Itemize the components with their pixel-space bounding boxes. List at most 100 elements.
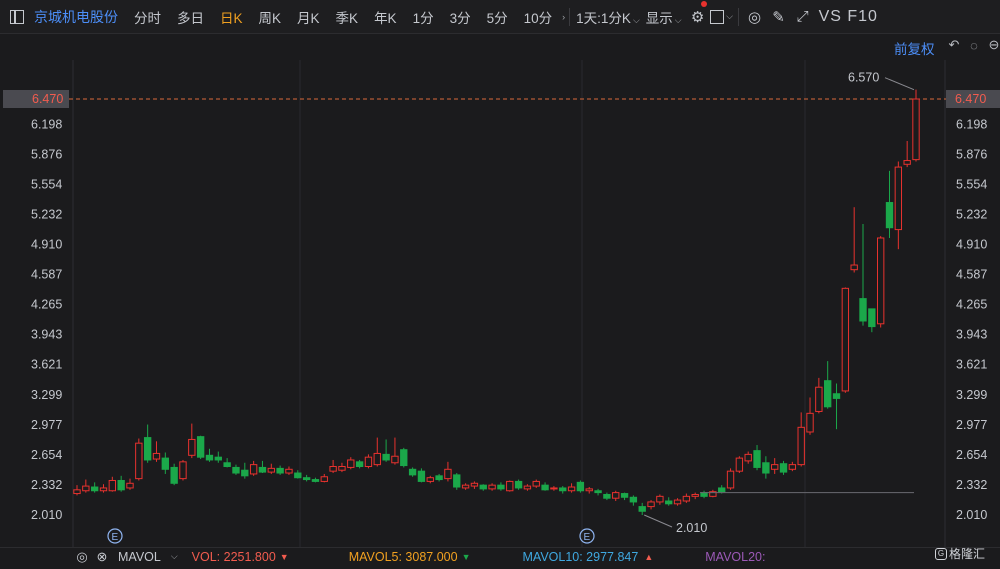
low-price-label: 2.010 bbox=[676, 521, 707, 535]
mavol5-value: MAVOL5: 3087.000 bbox=[348, 549, 458, 564]
y-tick-right: 4.910 bbox=[956, 238, 987, 252]
candle-body bbox=[585, 488, 593, 492]
y-tick-left: 5.876 bbox=[31, 147, 62, 161]
candle-body bbox=[214, 456, 222, 461]
candle-body bbox=[338, 465, 346, 471]
candle-body bbox=[841, 287, 850, 392]
y-tick-right: 2.654 bbox=[956, 448, 987, 462]
tab-period-10min[interactable]: 10分 bbox=[516, 7, 561, 27]
candle-body bbox=[152, 452, 161, 460]
tab-period-year-k[interactable]: 年K bbox=[366, 7, 405, 27]
tab-period-month-k[interactable]: 月K bbox=[289, 7, 328, 27]
sidebar-toggle-icon[interactable] bbox=[10, 9, 24, 24]
candle-body bbox=[506, 480, 514, 492]
candle-body bbox=[453, 474, 461, 488]
candle-body bbox=[179, 461, 187, 480]
candle-body bbox=[249, 464, 258, 475]
candle-body bbox=[196, 436, 205, 458]
notification-dot bbox=[701, 1, 707, 7]
candle-body bbox=[514, 480, 523, 489]
y-tick-right: 3.621 bbox=[956, 358, 987, 372]
candle-body bbox=[691, 493, 699, 497]
candle-body bbox=[143, 437, 152, 461]
indicator-bar: ◎ ⊗ MAVOL ⌵ VOL: 2251.800 ▼ MAVOL5: 3087… bbox=[0, 547, 1000, 565]
candle-body bbox=[788, 464, 797, 470]
chevron-down-icon: ⌵ bbox=[674, 14, 682, 25]
tab-period-duori[interactable]: 多日 bbox=[169, 7, 212, 27]
y-tick-left: 2.977 bbox=[31, 418, 62, 432]
candle-body bbox=[559, 487, 567, 492]
tab-period-week-k[interactable]: 周K bbox=[251, 7, 290, 27]
y-tick-right: 5.232 bbox=[956, 207, 987, 221]
camera-icon[interactable]: ◎ bbox=[743, 5, 767, 29]
watermark-text: 格隆汇 bbox=[949, 547, 986, 561]
candle-body bbox=[82, 485, 90, 492]
candle-body bbox=[594, 490, 602, 494]
candle-body bbox=[435, 475, 443, 481]
candle-body bbox=[647, 501, 655, 508]
y-tick-right: 3.943 bbox=[956, 328, 987, 342]
up-arrow-icon: ▲ bbox=[644, 551, 654, 562]
candle-body bbox=[718, 487, 726, 493]
candle-body bbox=[161, 457, 169, 470]
tab-period-5min[interactable]: 5分 bbox=[479, 7, 516, 27]
tab-period-1min[interactable]: 1分 bbox=[405, 7, 442, 27]
candle-body bbox=[285, 468, 293, 474]
candle-body bbox=[223, 462, 231, 467]
candle-body bbox=[885, 202, 894, 229]
checkbox-dropdown-icon[interactable]: ⌵ bbox=[710, 5, 734, 29]
undo-icon[interactable]: ↶ bbox=[946, 37, 962, 53]
divider bbox=[569, 7, 571, 26]
event-marker-label: E bbox=[112, 532, 119, 543]
y-tick-left: 5.232 bbox=[31, 207, 62, 221]
mavol20-value: MAVOL20: bbox=[705, 549, 766, 564]
candle-body bbox=[620, 493, 629, 498]
candle-body bbox=[859, 298, 867, 322]
candle-body bbox=[400, 449, 408, 467]
candle-body bbox=[205, 454, 214, 461]
candle-body bbox=[735, 457, 744, 472]
candle-body bbox=[373, 452, 381, 466]
candle-body bbox=[665, 500, 673, 505]
indicator-name[interactable]: MAVOL bbox=[118, 550, 161, 564]
settings-gear-icon[interactable]: ⚙ bbox=[686, 5, 710, 29]
candle-body bbox=[488, 484, 496, 490]
interval-select[interactable]: 1天:1分K ⌵ bbox=[574, 7, 642, 27]
candle-body bbox=[806, 412, 814, 433]
fullscreen-icon[interactable]: ⤢ bbox=[791, 5, 815, 29]
candle-body bbox=[444, 468, 452, 480]
event-marker-label: E bbox=[584, 532, 591, 543]
tab-period-fenshi[interactable]: 分时 bbox=[126, 7, 169, 27]
candle-body bbox=[267, 467, 275, 473]
candle-body bbox=[523, 485, 532, 490]
candle-body bbox=[868, 308, 876, 328]
candle-body bbox=[73, 489, 81, 495]
tab-period-3min[interactable]: 3分 bbox=[442, 7, 479, 27]
candle-body bbox=[797, 426, 805, 466]
stock-name[interactable]: 京城机电股份 bbox=[30, 7, 126, 27]
candle-body bbox=[682, 495, 691, 502]
vs-f10-button[interactable]: VS F10 bbox=[819, 8, 878, 26]
reset-icon[interactable]: ◌ bbox=[966, 37, 982, 53]
tab-period-quarter-k[interactable]: 季K bbox=[328, 7, 367, 27]
adjust-mode-button[interactable]: 前复权 bbox=[894, 38, 935, 58]
tab-period-day-k[interactable]: 日K bbox=[212, 7, 251, 27]
pencil-icon[interactable]: ✎ bbox=[767, 5, 791, 29]
y-tick-right: 4.265 bbox=[956, 298, 987, 312]
kline-chart[interactable]: 6.198 6.198 5.876 5.876 5.554 5.554 5.232 5.232… bbox=[0, 60, 1000, 547]
more-periods-chevron-icon[interactable]: › bbox=[562, 12, 565, 22]
candle-body bbox=[479, 484, 487, 490]
candle-body bbox=[417, 470, 426, 482]
chevron-down-icon: ⌵ bbox=[632, 14, 640, 25]
down-arrow-icon: ▼ bbox=[461, 551, 471, 562]
candle-body bbox=[382, 453, 390, 461]
candle-body bbox=[329, 465, 337, 472]
y-tick-left: 2.332 bbox=[31, 478, 62, 492]
candle-body bbox=[461, 484, 470, 489]
display-menu[interactable]: 显示 ⌵ bbox=[642, 7, 686, 27]
candle-body bbox=[426, 477, 434, 482]
zoom-out-icon[interactable]: ⊖ bbox=[986, 37, 1000, 53]
chevron-down-icon[interactable]: ⌵ bbox=[171, 551, 178, 562]
candle-body bbox=[753, 450, 761, 468]
candle-body bbox=[567, 486, 576, 492]
